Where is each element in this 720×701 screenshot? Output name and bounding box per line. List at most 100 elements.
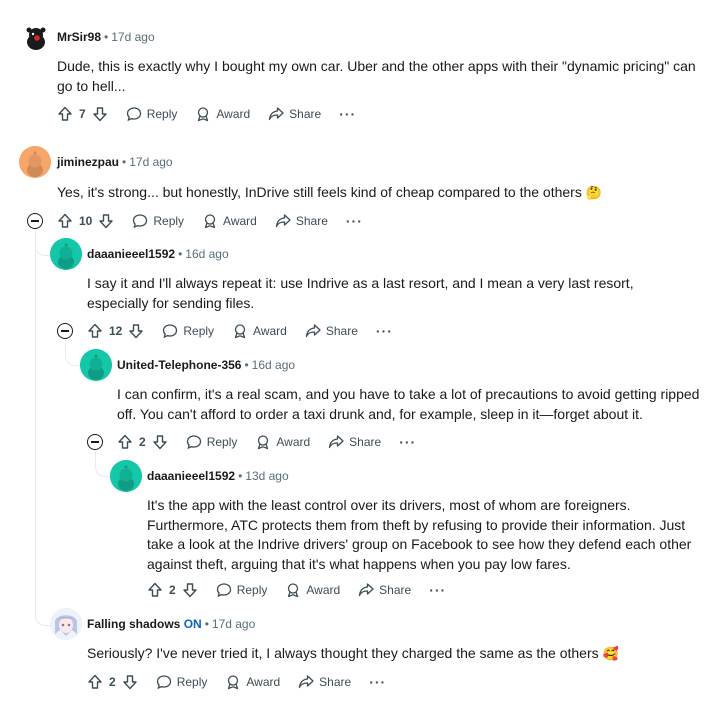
username[interactable]: daaanieeel1592 <box>87 247 175 261</box>
vote-count: 10 <box>79 214 93 228</box>
award-button[interactable]: Award <box>195 106 250 122</box>
username[interactable]: daaanieeel1592 <box>147 469 235 483</box>
timestamp[interactable]: 17d ago <box>129 155 172 169</box>
vote-controls: 2 <box>147 582 198 598</box>
vote-count: 7 <box>79 107 86 121</box>
share-button[interactable]: Share <box>268 106 321 122</box>
award-button[interactable]: Award <box>232 323 287 339</box>
more-options-button[interactable]: ··· <box>346 213 363 229</box>
username[interactable]: Falling shadows <box>87 617 180 631</box>
vote-controls: 2 <box>87 674 138 690</box>
award-button[interactable]: Award <box>202 213 257 229</box>
share-button[interactable]: Share <box>298 674 351 690</box>
award-icon <box>258 435 269 450</box>
award-icon <box>198 107 209 122</box>
upvote-icon[interactable] <box>87 674 103 690</box>
smiling-hearts-emoji-icon: 🥰 <box>602 646 619 661</box>
upvote-icon[interactable] <box>57 106 73 122</box>
avatar[interactable] <box>80 349 112 381</box>
share-icon <box>305 324 321 338</box>
share-icon <box>269 107 284 121</box>
snoo-avatar-icon <box>110 460 142 492</box>
vote-controls: 7 <box>57 106 108 122</box>
comment-actions: 2 Reply Award Share ··· <box>117 430 416 454</box>
avatar[interactable] <box>50 238 82 270</box>
upvote-icon[interactable] <box>117 434 133 450</box>
award-icon <box>228 675 239 690</box>
award-icon <box>288 583 299 598</box>
user-flair: ON <box>183 617 202 631</box>
snoo-avatar-icon <box>80 349 112 381</box>
reply-button[interactable]: Reply <box>132 213 184 229</box>
timestamp[interactable]: 13d ago <box>245 469 288 483</box>
reply-button[interactable]: Reply <box>216 582 267 598</box>
username[interactable]: United-Telephone-356 <box>117 358 241 372</box>
anime-avatar-icon <box>50 608 82 640</box>
share-button[interactable]: Share <box>305 323 358 339</box>
comment-body: Dude, this is exactly why I bought my ow… <box>57 58 696 94</box>
reply-button[interactable]: Reply <box>156 674 207 690</box>
share-icon <box>329 435 344 449</box>
reply-button[interactable]: Reply <box>186 434 237 450</box>
snoo-avatar-icon <box>19 146 51 178</box>
timestamp[interactable]: 17d ago <box>212 617 255 631</box>
share-button[interactable]: Share <box>328 434 381 450</box>
award-button[interactable]: Award <box>225 674 280 690</box>
upvote-icon[interactable] <box>87 323 103 339</box>
award-button[interactable]: Award <box>285 582 340 598</box>
collapse-thread-button[interactable] <box>87 434 103 450</box>
username[interactable]: MrSir98 <box>57 30 101 44</box>
avatar[interactable] <box>50 608 82 640</box>
thread-line <box>35 228 36 616</box>
downvote-icon[interactable] <box>122 674 138 690</box>
snoo-avatar-icon <box>21 23 51 53</box>
more-options-button[interactable]: ··· <box>399 434 416 450</box>
upvote-icon[interactable] <box>57 213 73 229</box>
downvote-icon[interactable] <box>98 213 114 229</box>
more-options-button[interactable]: ··· <box>369 674 386 690</box>
reply-icon <box>186 435 201 450</box>
reply-icon <box>163 324 178 339</box>
comment-meta: jiminezpau • 17d ago <box>57 155 173 169</box>
comment-actions: 2 Reply Award Share ··· <box>87 670 386 694</box>
vote-count: 12 <box>109 324 123 338</box>
comment-body: I can confirm, it's a real scam, and you… <box>117 386 700 422</box>
downvote-icon[interactable] <box>128 323 144 339</box>
avatar[interactable] <box>20 22 52 54</box>
comment-actions: 12 Reply Award Share ··· <box>87 319 393 343</box>
share-button[interactable]: Share <box>358 582 411 598</box>
comment-meta: daaanieeel1592 • 13d ago <box>147 469 289 483</box>
thinking-emoji-icon: 🤔 <box>585 185 602 200</box>
reply-button[interactable]: Reply <box>126 106 177 122</box>
comment-body: Yes, it's strong... but honestly, InDriv… <box>57 183 707 203</box>
comment-meta: United-Telephone-356 • 16d ago <box>117 358 296 372</box>
share-icon <box>359 583 374 597</box>
share-icon <box>275 214 291 228</box>
reply-button[interactable]: Reply <box>162 323 214 339</box>
timestamp[interactable]: 16d ago <box>185 247 228 261</box>
avatar[interactable] <box>110 460 142 492</box>
downvote-icon[interactable] <box>152 434 168 450</box>
vote-controls: 12 <box>87 323 144 339</box>
share-button[interactable]: Share <box>275 213 328 229</box>
comment-actions: 2 Reply Award Share ··· <box>147 578 446 602</box>
more-options-button[interactable]: ··· <box>376 323 393 339</box>
upvote-icon[interactable] <box>147 582 163 598</box>
timestamp[interactable]: 17d ago <box>111 30 154 44</box>
collapse-thread-button[interactable] <box>27 213 43 229</box>
comment-actions: 7 Reply Award Share ··· <box>57 102 356 126</box>
collapse-thread-button[interactable] <box>57 323 73 339</box>
award-icon <box>234 324 246 339</box>
comment-meta: Falling shadows ON • 17d ago <box>87 617 256 631</box>
username[interactable]: jiminezpau <box>57 155 119 169</box>
avatar[interactable] <box>19 146 51 178</box>
downvote-icon[interactable] <box>92 106 108 122</box>
comment-body: It's the app with the least control over… <box>147 497 692 572</box>
more-options-button[interactable]: ··· <box>339 106 356 122</box>
vote-controls: 10 <box>57 213 114 229</box>
more-options-button[interactable]: ··· <box>429 582 446 598</box>
downvote-icon[interactable] <box>182 582 198 598</box>
timestamp[interactable]: 16d ago <box>252 358 295 372</box>
share-icon <box>299 675 314 689</box>
award-button[interactable]: Award <box>255 434 310 450</box>
